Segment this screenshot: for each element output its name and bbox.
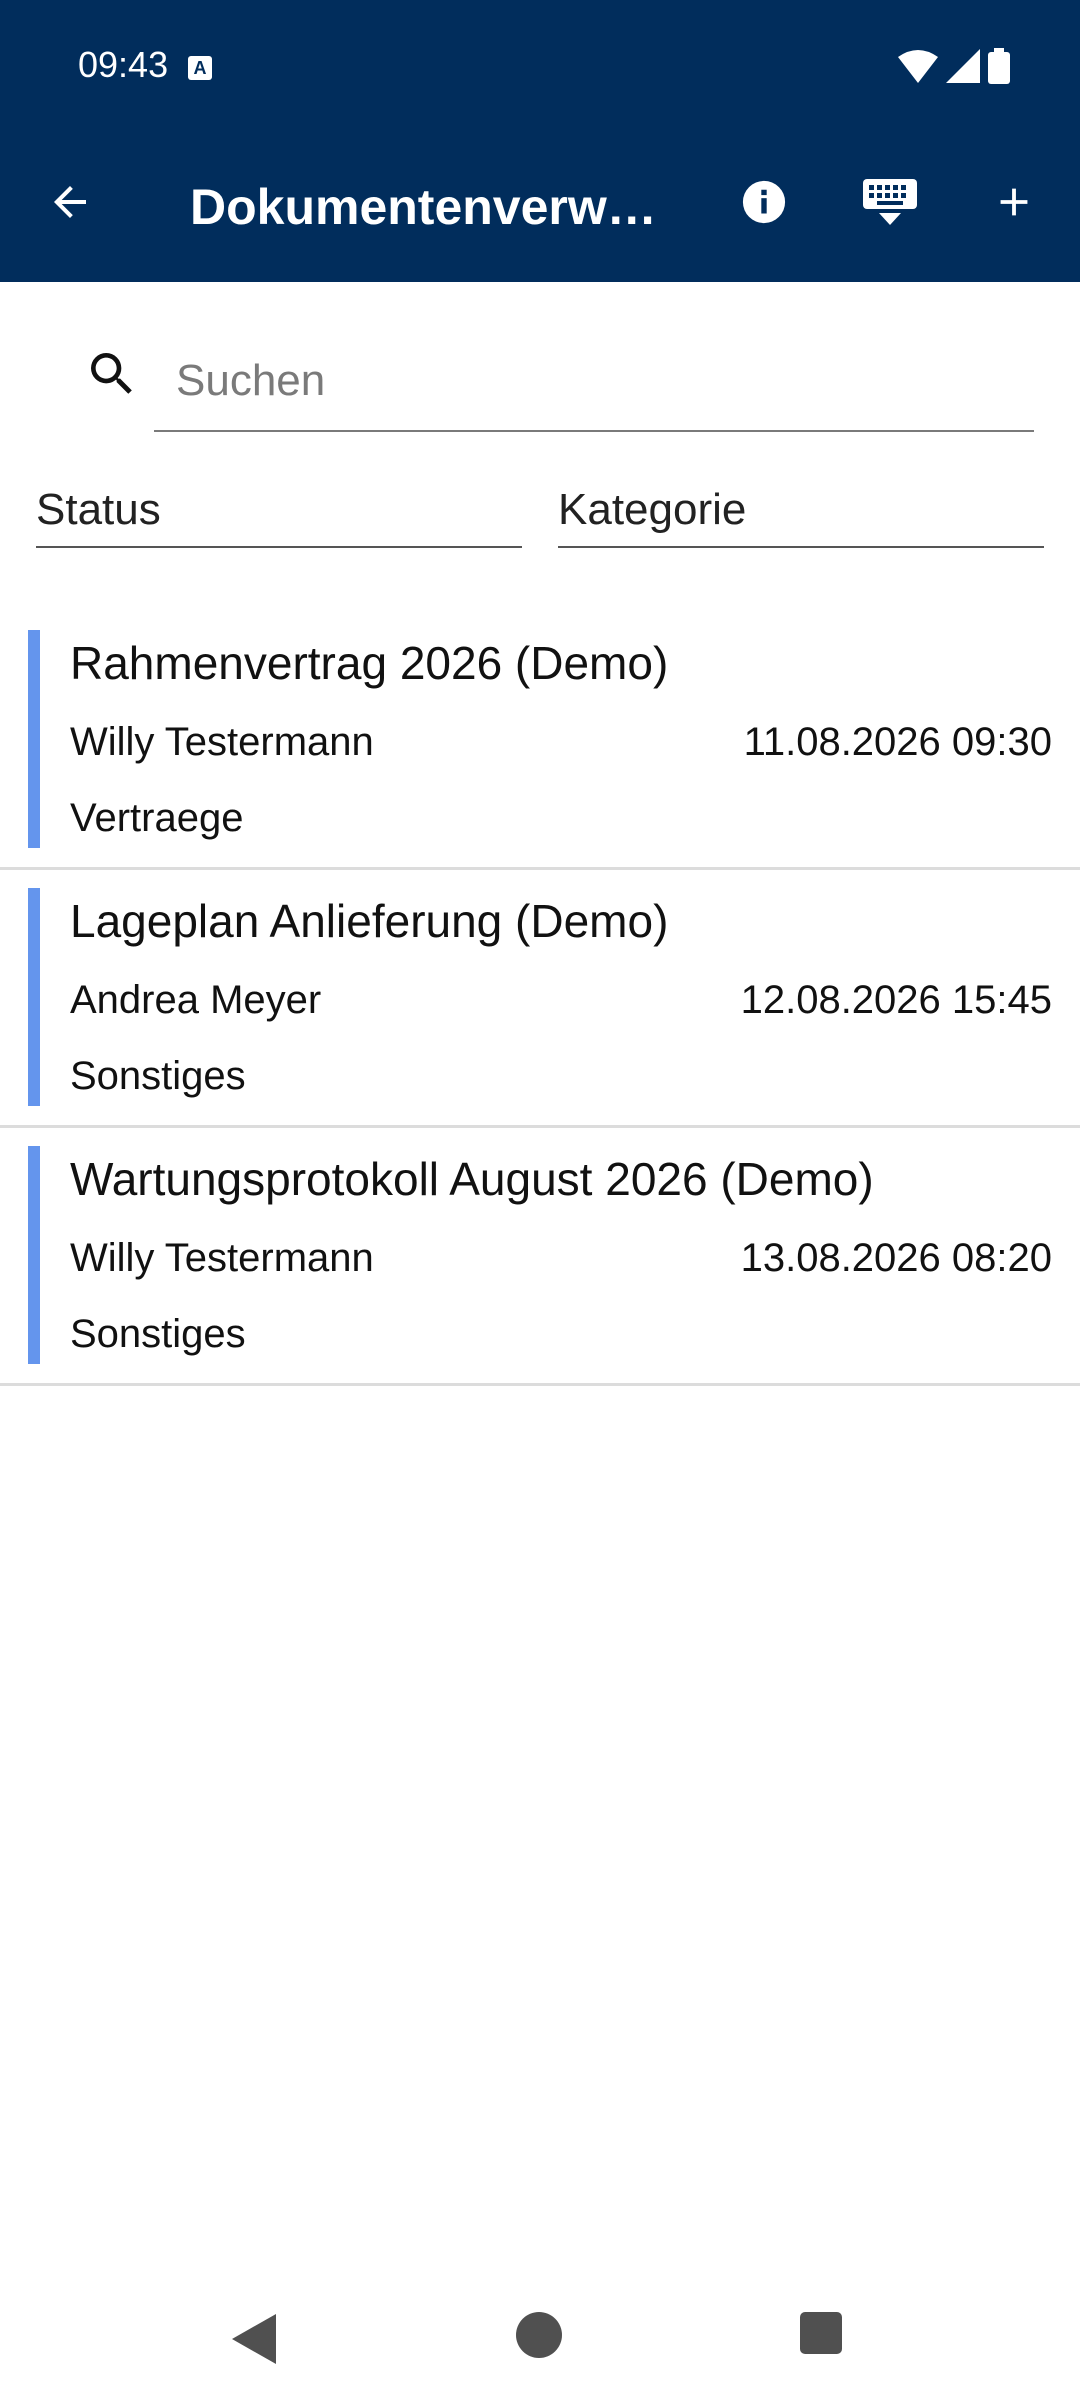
document-author: Willy Testermann (70, 1236, 374, 1280)
info-button[interactable] (730, 168, 798, 236)
top-app-bar: 09:43 A Dokumentenverwa… (0, 0, 1080, 282)
list-item[interactable]: Lageplan Anlieferung (Demo) Andrea Meyer… (0, 870, 1080, 1128)
nav-home-icon[interactable] (516, 2312, 562, 2358)
document-title: Wartungsprotokoll August 2026 (Demo) (70, 1153, 874, 1205)
accent-bar (28, 1146, 40, 1364)
status-a-icon: A (188, 56, 212, 80)
page-title: Dokumentenverwa… (190, 179, 680, 235)
keyboard-hide-icon (863, 179, 917, 225)
list-item[interactable]: Rahmenvertrag 2026 (Demo) Willy Testerma… (0, 612, 1080, 870)
document-category: Sonstiges (70, 1312, 246, 1356)
document-datetime: 12.08.2026 15:45 (740, 978, 1052, 1022)
back-arrow-icon (54, 186, 86, 218)
kategorie-filter[interactable]: Kategorie (558, 474, 1044, 548)
info-icon (742, 180, 786, 224)
search-bar (84, 332, 1034, 436)
document-author: Andrea Meyer (70, 978, 322, 1022)
system-nav-bar (0, 2270, 1080, 2400)
search-input[interactable] (154, 332, 1034, 432)
document-datetime: 13.08.2026 08:20 (740, 1236, 1052, 1280)
nav-back-icon[interactable] (232, 2314, 276, 2364)
status-icons (898, 48, 1010, 84)
accent-bar (28, 630, 40, 848)
back-button[interactable] (36, 168, 104, 236)
add-icon (1000, 188, 1028, 216)
accent-bar (28, 888, 40, 1106)
search-icon (91, 353, 132, 394)
nav-recent-apps-icon[interactable] (800, 2312, 842, 2354)
document-category: Sonstiges (70, 1054, 246, 1098)
document-datetime: 11.08.2026 09:30 (743, 720, 1052, 764)
document-title: Lageplan Anlieferung (Demo) (70, 895, 669, 947)
status-time: 09:43 (78, 44, 169, 85)
document-author: Willy Testermann (70, 720, 374, 764)
add-document-button[interactable] (980, 168, 1048, 236)
signal-icon (946, 49, 980, 83)
document-list: Rahmenvertrag 2026 (Demo) Willy Testerma… (0, 612, 1080, 1386)
list-item[interactable]: Wartungsprotokoll August 2026 (Demo) Wil… (0, 1128, 1080, 1386)
battery-icon (988, 48, 1010, 84)
document-title: Rahmenvertrag 2026 (Demo) (70, 637, 669, 689)
wifi-icon (898, 50, 938, 83)
keyboard-hide-button[interactable] (852, 168, 928, 236)
status-filter[interactable]: Status (36, 474, 522, 548)
document-category: Vertraege (70, 796, 244, 840)
